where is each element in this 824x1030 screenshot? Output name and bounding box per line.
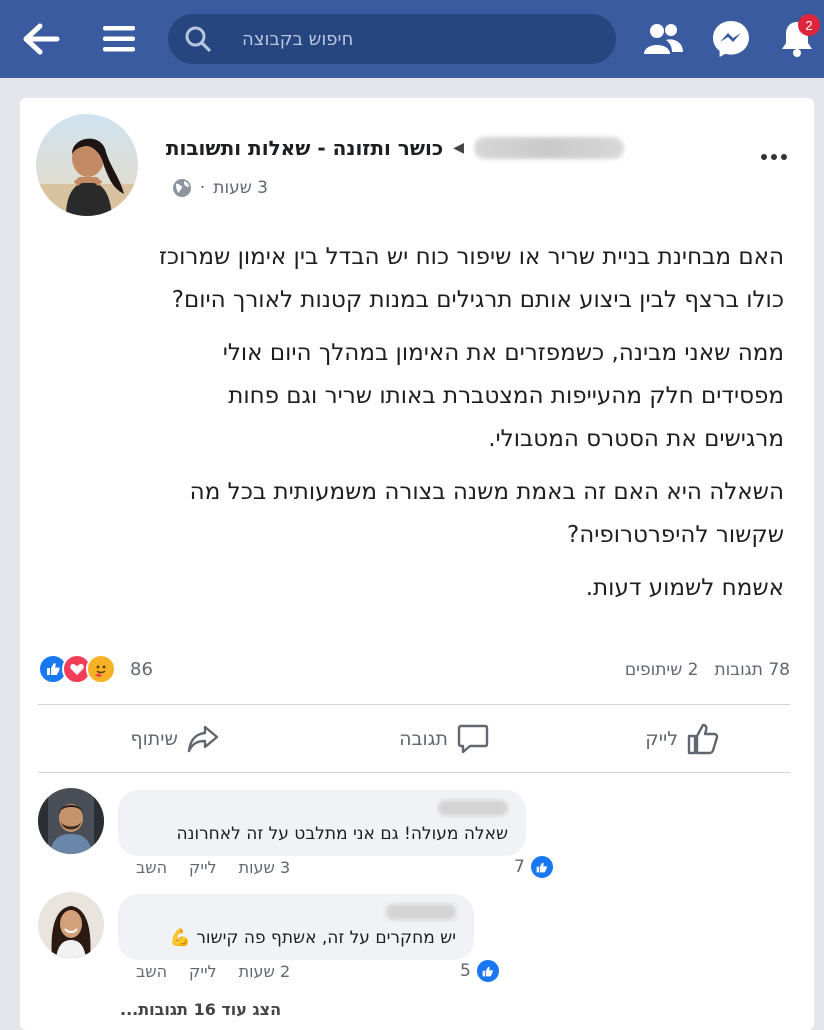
commenter-name-blurred[interactable] (438, 800, 508, 816)
post-actions: לייק תגובה שיתוף (38, 708, 790, 772)
comment-icon (457, 724, 489, 754)
thumbs-up-icon (687, 723, 719, 755)
like-label: לייק (645, 728, 678, 750)
comment-text: שאלה מעולה! גם אני מתלבט על זה לאחרונה (176, 824, 508, 844)
post-meta: 3 שעות · (172, 178, 268, 198)
post-time[interactable]: 3 שעות (213, 178, 268, 198)
hamburger-icon (103, 26, 135, 52)
comment-label: תגובה (399, 728, 448, 750)
author-name-blurred[interactable] (474, 137, 624, 159)
author-avatar[interactable] (36, 114, 138, 216)
groups-button[interactable] (640, 18, 686, 60)
search-input[interactable]: חיפוש בקבוצה (168, 14, 616, 64)
comment-like-link[interactable]: לייק (189, 962, 217, 981)
messenger-button[interactable] (708, 16, 754, 62)
menu-button[interactable] (96, 18, 142, 60)
comment-time[interactable]: 3 שעות (239, 858, 291, 877)
messenger-icon (713, 21, 749, 57)
back-button[interactable] (18, 18, 64, 60)
groups-icon (644, 24, 683, 54)
post-header: ◀ כושר ותזונה - שאלות ותשובות (166, 136, 624, 160)
post-paragraph: האם מבחינת בניית שריר או שיפור כוח יש הב… (158, 244, 784, 313)
divider (38, 704, 790, 705)
shares-count[interactable]: 2 שיתופים (625, 660, 699, 680)
commenter-avatar[interactable] (38, 892, 104, 958)
search-placeholder: חיפוש בקבוצה (242, 28, 354, 50)
arrow-right-icon: ◀ (453, 140, 464, 156)
like-badge-icon (528, 854, 555, 880)
comment-bubble: יש מחקרים על זה, אשתף פה קישור 💪 (118, 894, 474, 960)
comment-reply-link[interactable]: השב (136, 962, 167, 981)
comment-bubble: שאלה מעולה! גם אני מתלבט על זה לאחרונה (118, 790, 526, 856)
globe-icon (172, 179, 191, 197)
comment-likes[interactable]: 7 (514, 854, 555, 880)
commenter-name-blurred[interactable] (386, 904, 456, 920)
comment-time[interactable]: 2 שעות (239, 962, 291, 981)
like-button[interactable]: לייק (645, 722, 720, 756)
back-arrow-icon (23, 23, 60, 55)
comment-button[interactable]: תגובה (399, 722, 490, 756)
reactions-count: 86 (130, 658, 153, 680)
like-badge-icon (474, 958, 501, 984)
comment-meta: 2 שעות לייק השב (136, 962, 290, 981)
post-paragraph: אשמח לשמוע דעות. (585, 575, 784, 601)
notifications-button[interactable]: 2 (772, 14, 822, 62)
comments-count[interactable]: 78 תגובות (715, 660, 791, 680)
comment-item: יש מחקרים על זה, אשתף פה קישור 💪 2 שעות … (20, 890, 814, 990)
post-paragraph: ממה שאני מבינה, כשמפזרים את האימון במהלך… (222, 340, 784, 452)
care-reaction-icon (86, 654, 116, 684)
search-icon (185, 26, 211, 52)
comment-like-link[interactable]: לייק (189, 858, 217, 877)
post-card: ◀ כושר ותזונה - שאלות ותשובות 3 שעות · ה… (20, 98, 814, 1030)
reactions-summary[interactable]: 86 (38, 654, 153, 684)
comment-likes[interactable]: 5 (460, 958, 501, 984)
comment-item: שאלה מעולה! גם אני מתלבט על זה לאחרונה 3… (20, 786, 814, 886)
comment-meta: 3 שעות לייק השב (136, 858, 290, 877)
group-name-link[interactable]: כושר ותזונה - שאלות ותשובות (166, 136, 443, 160)
comment-likes-count: 7 (514, 857, 525, 877)
comment-likes-count: 5 (460, 961, 471, 981)
post-stats: 78 תגובות 2 שיתופים (625, 660, 790, 680)
post-body: האם מבחינת בניית שריר או שיפור כוח יש הב… (156, 236, 784, 620)
share-label: שיתוף (130, 728, 178, 750)
more-dots-icon (761, 154, 787, 160)
divider (38, 772, 790, 773)
show-more-comments-link[interactable]: הצג עוד 16 תגובות... (120, 1000, 281, 1019)
share-button[interactable]: שיתוף (130, 722, 220, 756)
comment-reply-link[interactable]: השב (136, 858, 167, 877)
post-paragraph: השאלה היא האם זה באמת משנה בצורה משמעותי… (189, 479, 784, 548)
share-icon (187, 725, 219, 753)
commenter-avatar[interactable] (38, 788, 104, 854)
notifications-badge: 2 (798, 14, 820, 36)
comment-text: יש מחקרים על זה, אשתף פה קישור 💪 (169, 928, 456, 948)
top-bar: חיפוש בקבוצה 2 (0, 0, 824, 78)
meta-separator: · (199, 178, 206, 198)
more-options-button[interactable] (760, 138, 788, 168)
